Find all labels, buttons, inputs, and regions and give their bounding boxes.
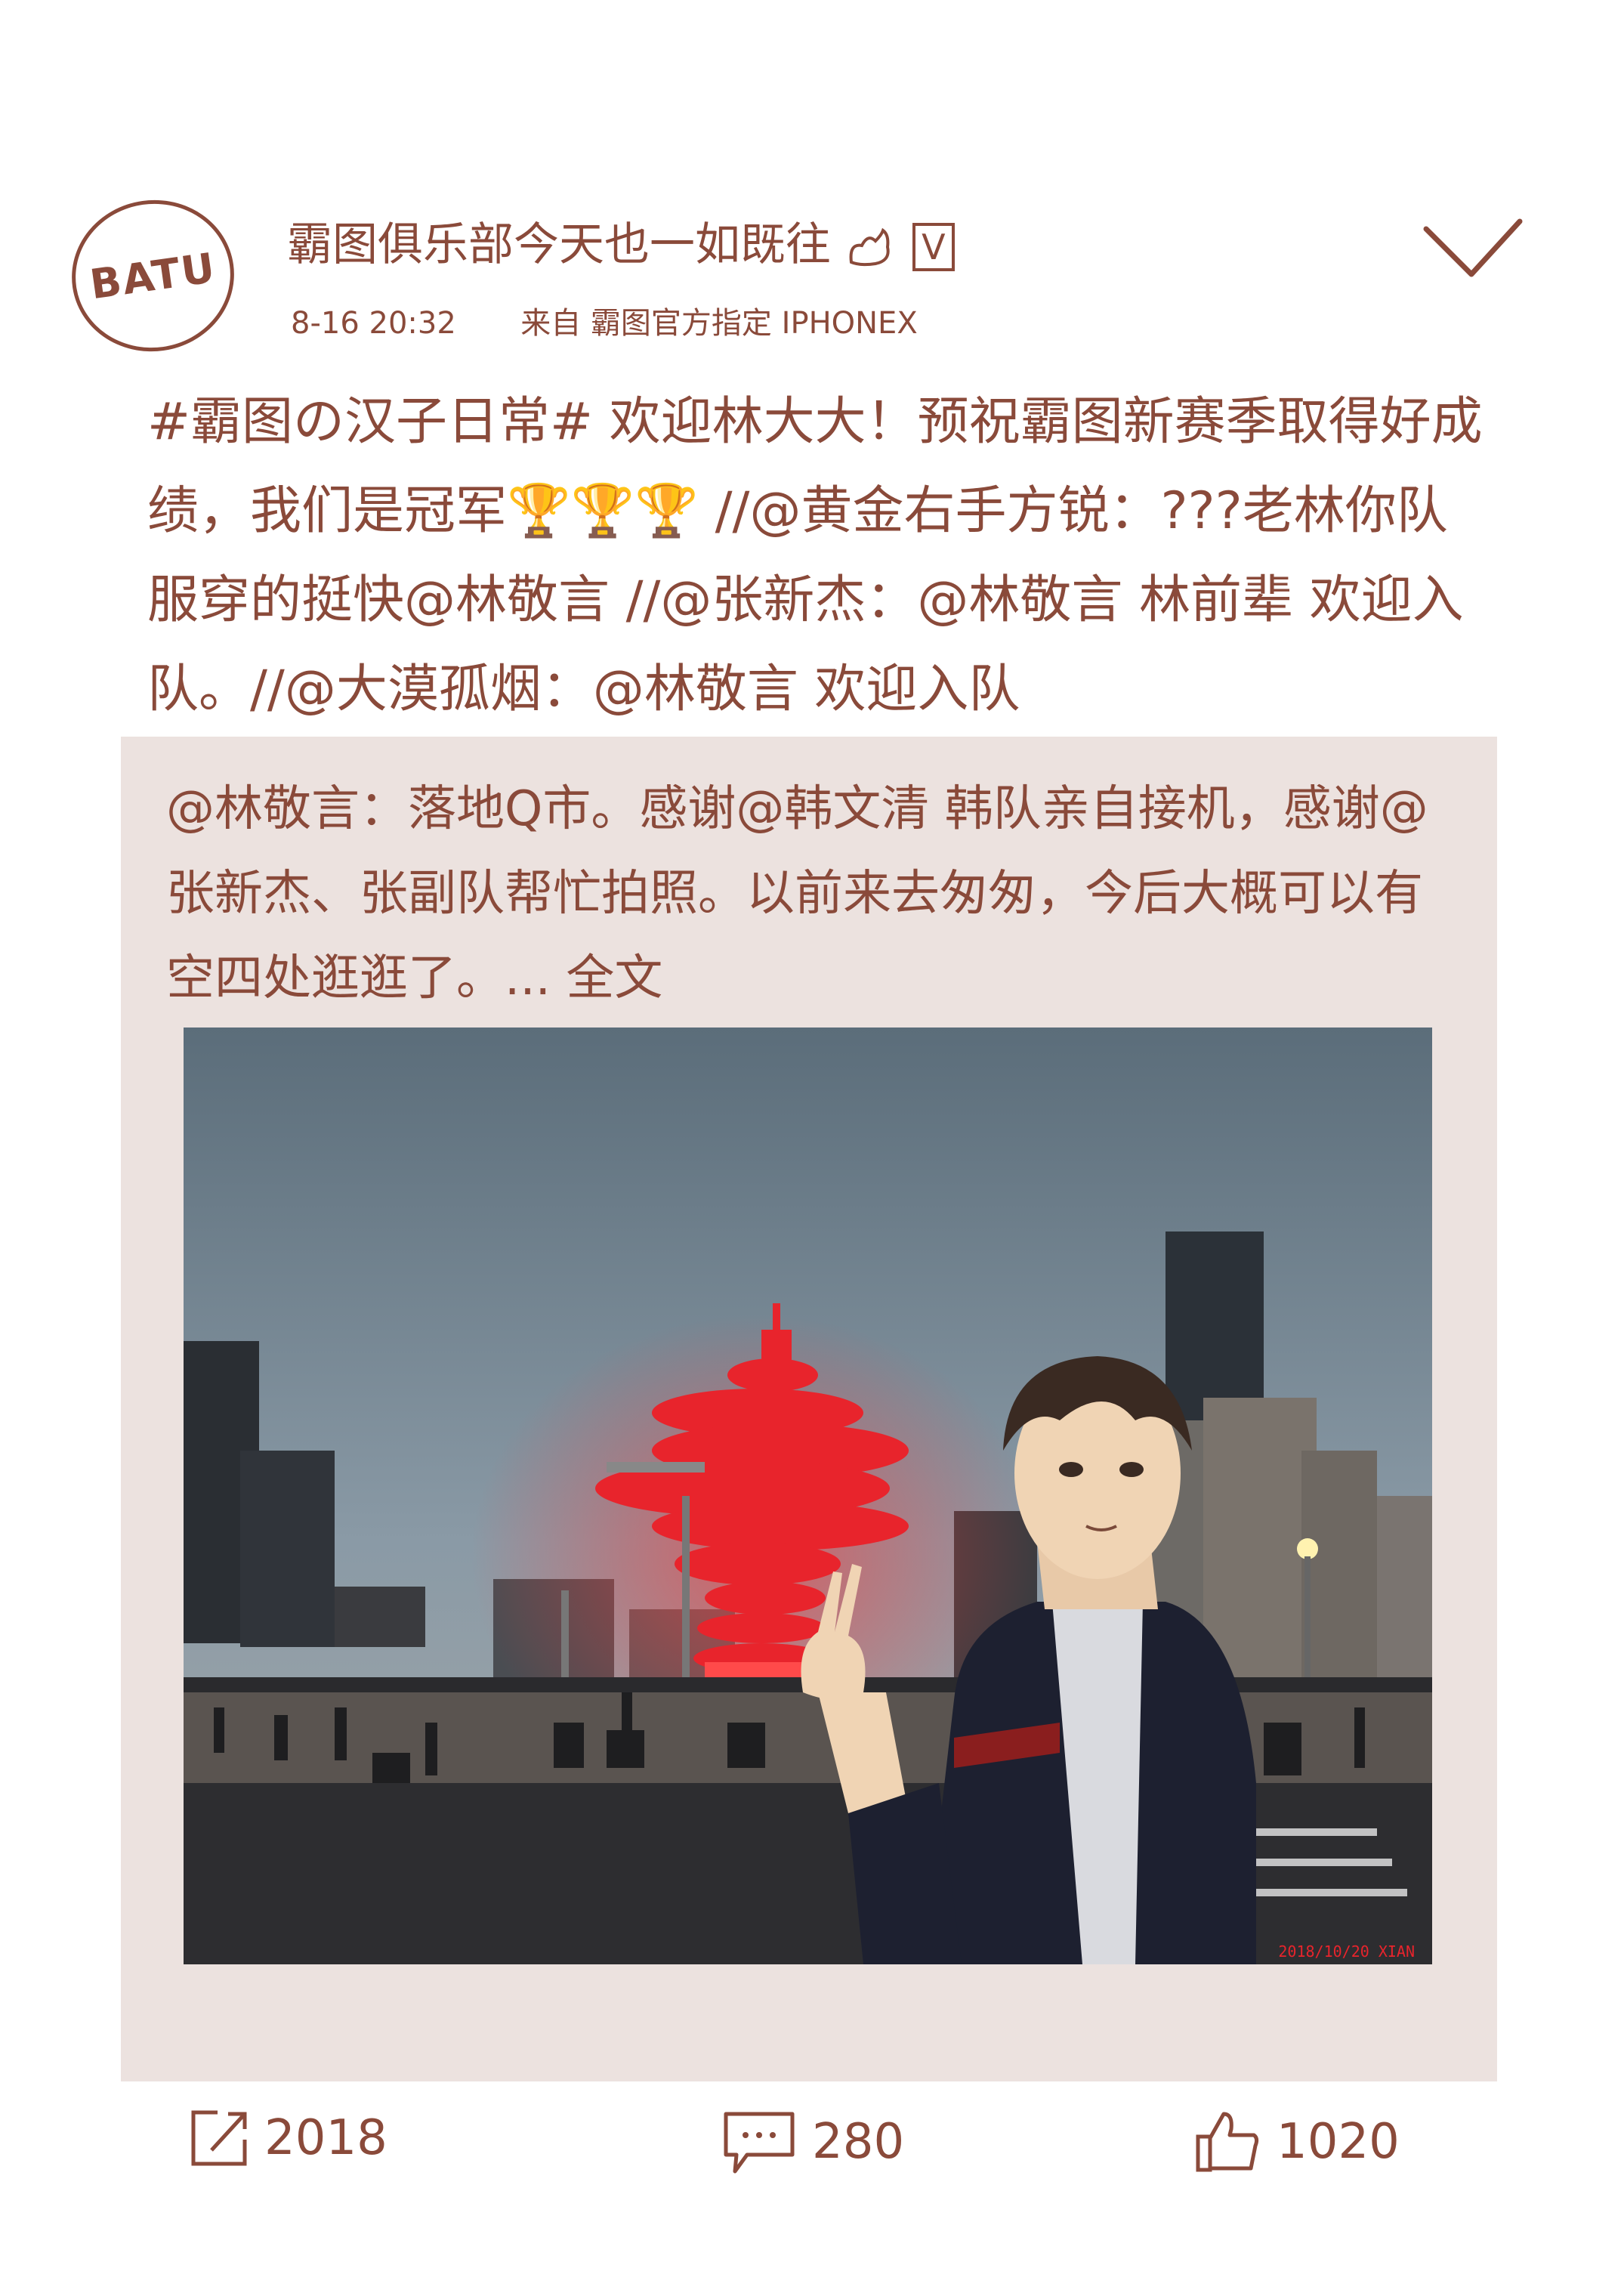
chevron-down-icon[interactable]	[1420, 215, 1526, 283]
avatar-text: BATU	[87, 243, 219, 308]
repost-card[interactable]: @林敬言：落地Q市。感谢@韩文清 韩队亲自接机，感谢@张新杰、张副队帮忙拍照。以…	[121, 737, 1497, 2081]
avatar[interactable]: BATU	[62, 190, 244, 362]
post-time: 8-16 20:32	[291, 306, 456, 341]
post-text: #霸图の汉子日常# 欢迎林大大！预祝霸图新赛季取得好成绩，我们是冠军🏆🏆🏆 //…	[147, 392, 1483, 719]
action-bar: 2018 280 1020	[0, 2108, 1624, 2199]
repost-text: @林敬言：落地Q市。感谢@韩文清 韩队亲自接机，感谢@张新杰、张副队帮忙拍照。以…	[166, 781, 1428, 1006]
verified-badge: V	[912, 223, 955, 272]
share-count: 2018	[264, 2110, 387, 2166]
repost-photo[interactable]: 2018/10/20 XIAN	[184, 1028, 1432, 1964]
photo-stamp: 2018/10/20 XIAN	[1278, 1942, 1415, 1961]
like-button[interactable]: 1020	[1193, 2108, 1400, 2176]
post-source: 来自 霸图官方指定 IPHONEX	[520, 306, 918, 341]
thumbs-up-icon	[1196, 2112, 1259, 2172]
comment-button[interactable]: 280	[721, 2108, 904, 2176]
share-button[interactable]: 2018	[189, 2108, 387, 2168]
flexed-arm-icon	[845, 224, 898, 270]
post-meta: 8-16 20:32 来自 霸图官方指定 IPHONEX	[291, 298, 918, 342]
comment-count: 280	[812, 2114, 905, 2170]
username[interactable]: 霸图俱乐部今天也一如既往 V	[287, 208, 955, 273]
share-icon	[191, 2110, 247, 2166]
comment-icon	[724, 2112, 795, 2174]
username-text: 霸图俱乐部今天也一如既往	[287, 218, 831, 271]
like-count: 1020	[1277, 2114, 1400, 2170]
